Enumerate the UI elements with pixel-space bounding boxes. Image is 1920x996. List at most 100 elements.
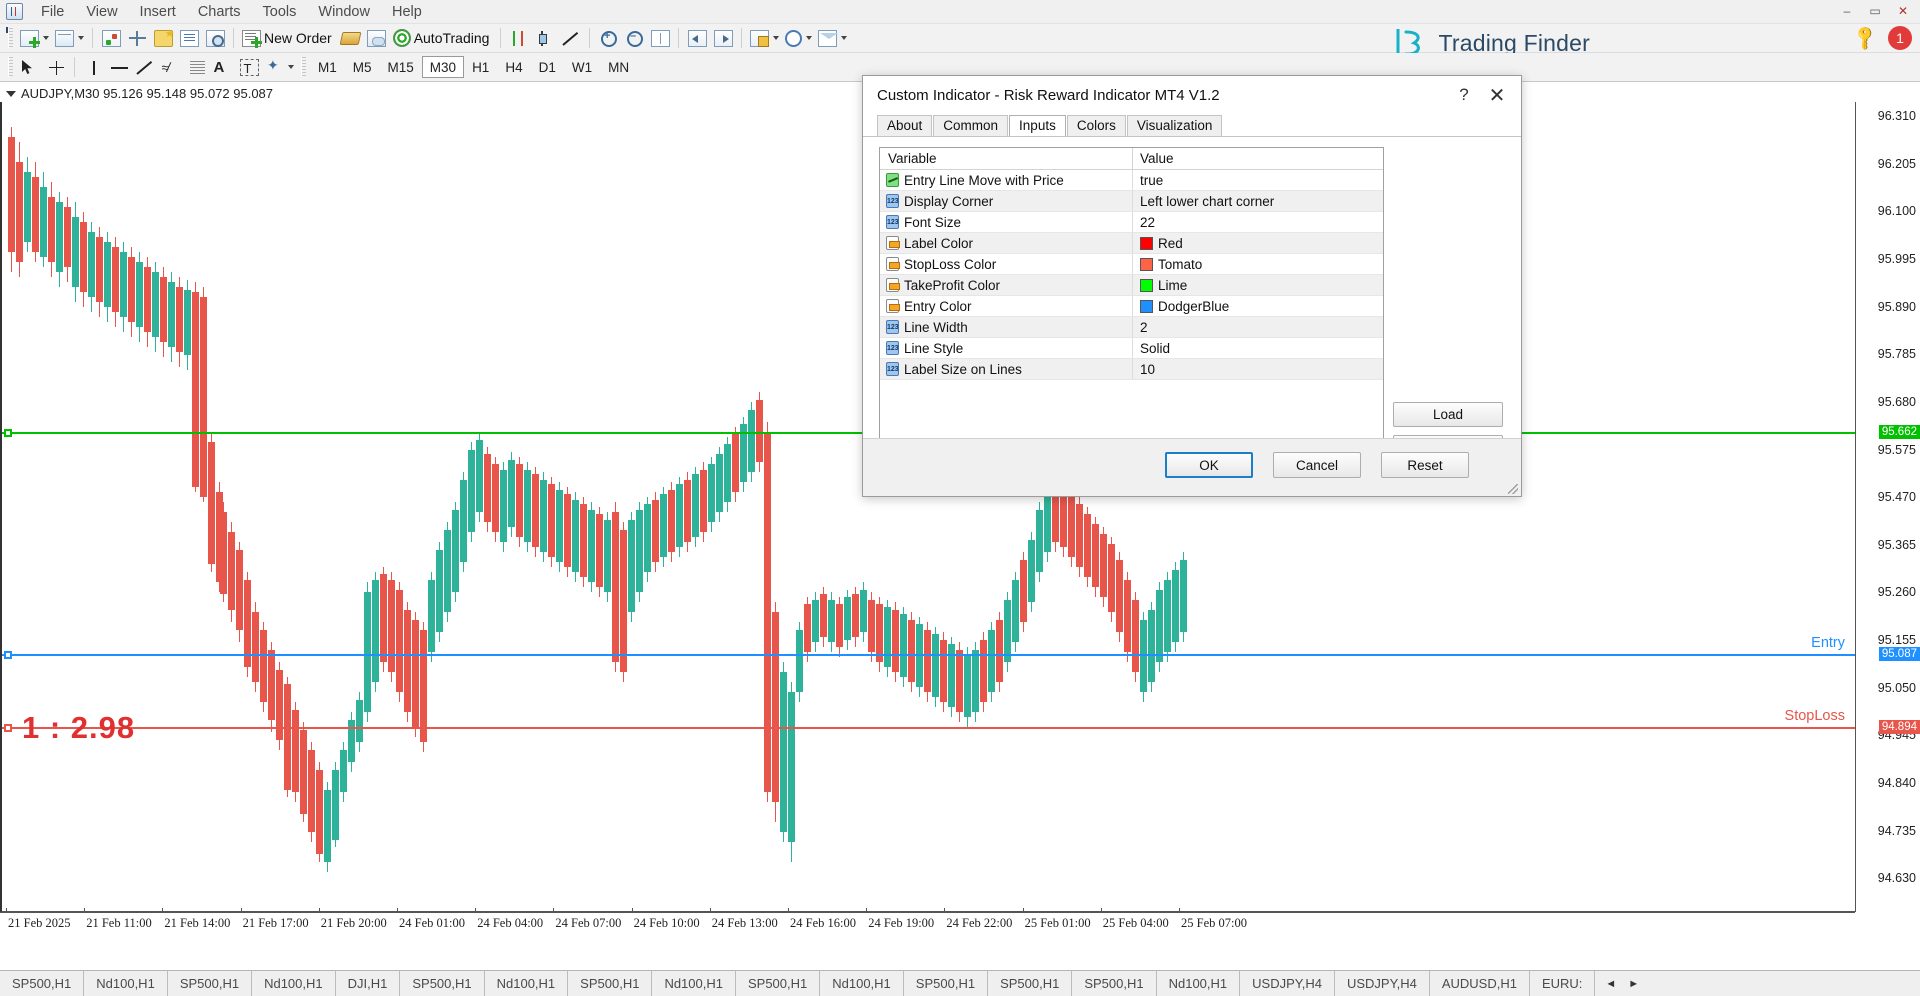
favorites-button[interactable]: [150, 26, 176, 50]
color-swatch[interactable]: [1140, 300, 1153, 313]
input-value[interactable]: Solid: [1140, 341, 1170, 356]
time-axis[interactable]: 21 Feb 202521 Feb 11:0021 Feb 14:0021 Fe…: [0, 912, 1855, 936]
symbol-tab[interactable]: SP500,H1: [988, 971, 1072, 996]
market-watch-button[interactable]: [176, 26, 202, 50]
symbol-tab[interactable]: DJI,H1: [336, 971, 401, 996]
menu-view[interactable]: View: [75, 1, 128, 23]
input-row[interactable]: Entry Line Move with Pricetrue: [880, 170, 1383, 191]
timeframe-m30[interactable]: M30: [422, 56, 464, 78]
text-button[interactable]: A: [210, 55, 236, 79]
menu-help[interactable]: Help: [381, 1, 433, 23]
maximize-button[interactable]: ▭: [1862, 2, 1888, 20]
input-row[interactable]: Label ColorRed: [880, 233, 1383, 254]
dialog-title-bar[interactable]: Custom Indicator - Risk Reward Indicator…: [863, 76, 1521, 114]
line-handle[interactable]: [4, 651, 12, 659]
new-chart-button[interactable]: [17, 26, 52, 50]
input-value[interactable]: DodgerBlue: [1158, 299, 1229, 314]
custom-indicator-dialog[interactable]: Custom Indicator - Risk Reward Indicator…: [862, 75, 1522, 497]
menu-charts[interactable]: Charts: [187, 1, 252, 23]
menu-file[interactable]: File: [30, 1, 75, 23]
period-button[interactable]: [782, 26, 815, 50]
zoom-out-button[interactable]: [621, 26, 647, 50]
notification-badge[interactable]: 1: [1888, 26, 1912, 50]
toolbar-grip[interactable]: [8, 57, 13, 77]
shift-left-button[interactable]: [684, 26, 710, 50]
shapes-button[interactable]: [262, 55, 297, 79]
symbol-tab[interactable]: SP500,H1: [400, 971, 484, 996]
zoom-in-button[interactable]: [595, 26, 621, 50]
timeframe-h4[interactable]: H4: [497, 56, 530, 78]
symbol-tab[interactable]: SP500,H1: [168, 971, 252, 996]
data-window-button[interactable]: [202, 26, 228, 50]
timeframe-h1[interactable]: H1: [464, 56, 497, 78]
timeframe-w1[interactable]: W1: [564, 56, 600, 78]
cursor-tool-button[interactable]: [17, 55, 43, 79]
symbol-tab[interactable]: SP500,H1: [904, 971, 988, 996]
collapse-icon[interactable]: [6, 91, 16, 97]
fibonacci-button[interactable]: ≉: [158, 55, 184, 79]
toolbar-grip[interactable]: [301, 57, 306, 77]
autotrading-button[interactable]: AutoTrading: [390, 26, 496, 50]
symbol-tab[interactable]: USDJPY,H4: [1335, 971, 1430, 996]
input-row[interactable]: StopLoss ColorTomato: [880, 254, 1383, 275]
symbol-tab[interactable]: SP500,H1: [736, 971, 820, 996]
color-swatch[interactable]: [1140, 258, 1153, 271]
symbol-tab[interactable]: AUDUSD,H1: [1430, 971, 1530, 996]
input-row[interactable]: 123Line StyleSolid: [880, 338, 1383, 359]
close-icon[interactable]: ✕: [1479, 81, 1515, 109]
input-value[interactable]: Left lower chart corner: [1140, 194, 1274, 209]
timeframe-m5[interactable]: M5: [345, 56, 380, 78]
menu-window[interactable]: Window: [307, 1, 381, 23]
crosshair-tool-button[interactable]: [43, 55, 69, 79]
line-handle[interactable]: [4, 429, 12, 437]
input-value[interactable]: Lime: [1158, 278, 1187, 293]
symbol-tab[interactable]: USDJPY,H4: [1240, 971, 1335, 996]
input-row[interactable]: TakeProfit ColorLime: [880, 275, 1383, 296]
color-swatch[interactable]: [1140, 237, 1153, 250]
candle-chart-button[interactable]: [532, 26, 558, 50]
input-value[interactable]: 10: [1140, 362, 1155, 377]
shift-right-button[interactable]: [710, 26, 736, 50]
new-order-button[interactable]: New Order: [239, 26, 338, 50]
symbol-tab[interactable]: Nd100,H1: [252, 971, 336, 996]
timeframe-mn[interactable]: MN: [600, 56, 637, 78]
menu-tools[interactable]: Tools: [252, 1, 308, 23]
close-button[interactable]: ✕: [1890, 2, 1916, 20]
input-value[interactable]: Red: [1158, 236, 1183, 251]
input-value[interactable]: true: [1140, 173, 1163, 188]
input-value[interactable]: 22: [1140, 215, 1155, 230]
symbol-tab[interactable]: SP500,H1: [1072, 971, 1156, 996]
input-value[interactable]: Tomato: [1158, 257, 1202, 272]
tab-inputs[interactable]: Inputs: [1009, 115, 1066, 137]
bar-chart-button[interactable]: [506, 26, 532, 50]
tab-common[interactable]: Common: [933, 115, 1008, 136]
text-label-button[interactable]: T: [236, 55, 262, 79]
input-row[interactable]: 123Font Size22: [880, 212, 1383, 233]
input-value[interactable]: 2: [1140, 320, 1148, 335]
symbol-tab[interactable]: EURU:: [1530, 971, 1595, 996]
tab-visualization[interactable]: Visualization: [1127, 115, 1223, 136]
scroll-left-icon[interactable]: ◄: [1599, 978, 1622, 990]
cloud-button[interactable]: [364, 26, 390, 50]
horizontal-line-button[interactable]: [106, 55, 132, 79]
scroll-right-icon[interactable]: ►: [1622, 978, 1645, 990]
vertical-line-button[interactable]: [80, 55, 106, 79]
symbol-tab-bar[interactable]: SP500,H1Nd100,H1SP500,H1Nd100,H1DJI,H1SP…: [0, 970, 1920, 996]
symbol-tab[interactable]: Nd100,H1: [84, 971, 168, 996]
symbol-tab[interactable]: SP500,H1: [0, 971, 84, 996]
indicators-button[interactable]: [98, 26, 124, 50]
resize-grip-icon[interactable]: [1508, 484, 1518, 494]
input-row[interactable]: 123Display CornerLeft lower chart corner: [880, 191, 1383, 212]
input-row[interactable]: 123Line Width2: [880, 317, 1383, 338]
menu-insert[interactable]: Insert: [129, 1, 187, 23]
color-swatch[interactable]: [1140, 279, 1153, 292]
symbol-tab[interactable]: Nd100,H1: [485, 971, 569, 996]
inputs-grid[interactable]: Variable Value Entry Line Move with Pric…: [879, 147, 1384, 447]
help-icon[interactable]: ?: [1449, 82, 1479, 108]
load-button[interactable]: Load: [1393, 402, 1503, 427]
crosshair-button[interactable]: [124, 26, 150, 50]
channel-button[interactable]: [184, 55, 210, 79]
toolbar-grip[interactable]: [8, 28, 13, 48]
input-row[interactable]: 123Label Size on Lines10: [880, 359, 1383, 380]
timeframe-d1[interactable]: D1: [531, 56, 564, 78]
